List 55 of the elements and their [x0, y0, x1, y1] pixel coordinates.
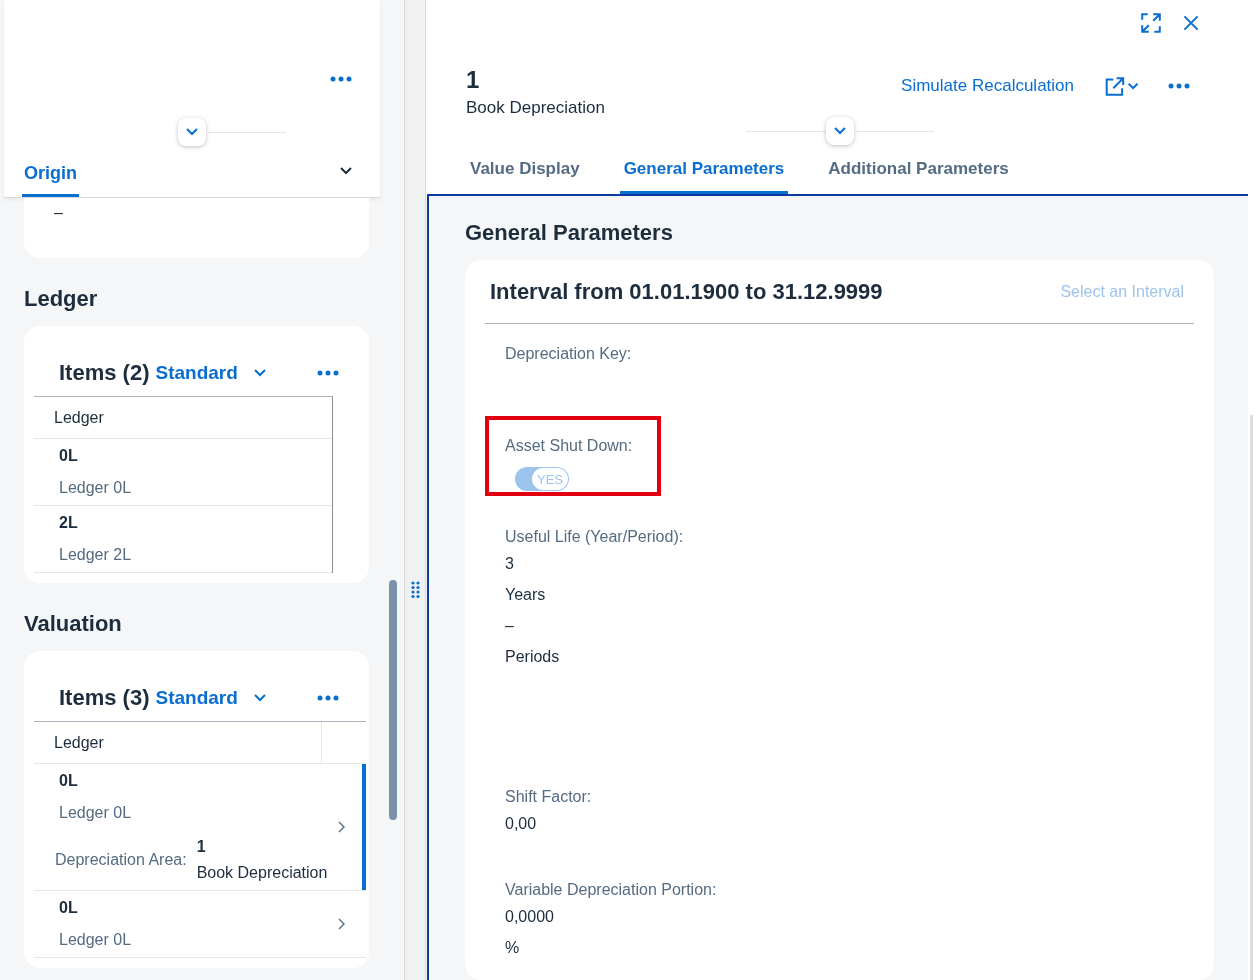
section-title: Valuation [24, 611, 123, 637]
chevron-down-icon [834, 127, 846, 135]
field-value: 3 [505, 554, 514, 574]
section-title: General Parameters [465, 220, 674, 246]
table-row[interactable]: 0L Ledger 0L [34, 439, 332, 506]
simulate-button[interactable]: Simulate Recalculation [901, 76, 1074, 96]
ledger-description: Ledger 0L [59, 803, 133, 823]
field-value: Book Depreciation [196, 863, 328, 883]
more-icon[interactable] [317, 695, 339, 701]
section-tab[interactable]: Value Display [466, 159, 584, 194]
object-title: 1 [466, 66, 481, 94]
table-row[interactable]: 0L Ledger 0L [34, 891, 366, 958]
field-label: Variable Depreciation Portion: [505, 880, 717, 900]
field-label: Shift Factor: [505, 787, 592, 807]
collapse-button[interactable] [178, 118, 206, 146]
more-icon[interactable] [1168, 83, 1190, 89]
field-value: Periods [505, 647, 560, 667]
collapse-button[interactable] [826, 117, 854, 145]
field-value: – [54, 204, 63, 222]
field-value: 0,0000 [505, 907, 554, 927]
table-row[interactable]: 2L Ledger 2L [34, 506, 332, 573]
ledger-code: 2L [59, 513, 79, 533]
section-title: Ledger [24, 286, 99, 312]
field-value: 0,00 [505, 814, 537, 834]
field-label: Asset Shut Down: [505, 436, 633, 456]
ledger-description: Ledger 0L [59, 478, 133, 498]
variant-selector[interactable]: Standard [155, 687, 238, 709]
more-icon[interactable] [330, 76, 352, 82]
ledger-description: Ledger 2L [59, 545, 133, 565]
column-header: Ledger [54, 733, 104, 752]
field-value: Years [505, 585, 546, 605]
field-value: 1 [196, 837, 207, 857]
ledger-code: 0L [59, 446, 79, 466]
field-value: – [505, 616, 514, 636]
card-title: Interval from 01.01.1900 to 31.12.9999 [489, 278, 883, 305]
column-header: Ledger [54, 408, 104, 427]
scrollbar-thumb[interactable] [389, 580, 397, 820]
more-icon[interactable] [317, 370, 339, 376]
field-label: Depreciation Area: [55, 851, 187, 869]
table-title: Items (2) [59, 360, 150, 386]
chevron-down-icon [186, 128, 198, 136]
table-title: Items (3) [59, 685, 150, 711]
field-label: Depreciation Key: [505, 344, 632, 364]
object-subtitle: Book Depreciation [466, 98, 605, 118]
section-tab[interactable]: Additional Parameters [824, 159, 1013, 194]
scrollbar-thumb[interactable] [1250, 415, 1253, 980]
drag-handle-icon[interactable] [411, 581, 420, 599]
ledger-code: 0L [59, 771, 79, 791]
variant-selector[interactable]: Standard [155, 362, 238, 384]
chevron-down-icon[interactable] [340, 167, 352, 175]
ledger-code: 0L [59, 898, 79, 918]
field-value: % [505, 938, 520, 958]
fullscreen-icon[interactable] [1140, 12, 1162, 34]
ledger-description: Ledger 0L [59, 930, 133, 950]
field-label: Useful Life (Year/Period): [505, 527, 684, 547]
